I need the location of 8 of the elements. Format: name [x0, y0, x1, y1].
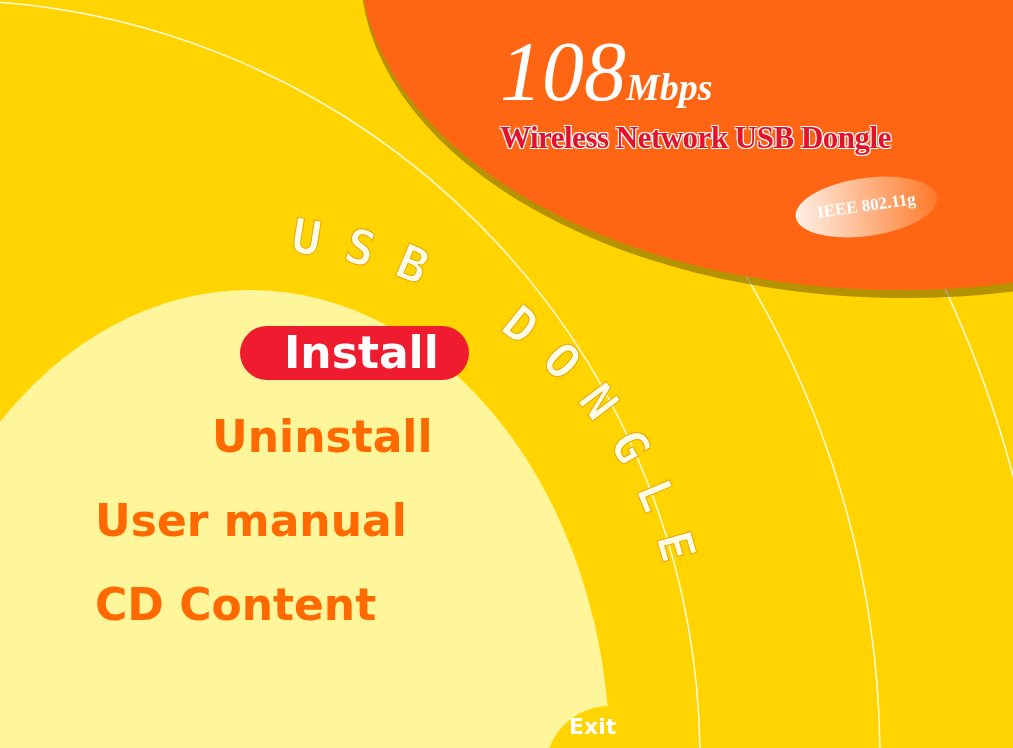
- speed-number: 108: [500, 28, 626, 116]
- menu-item[interactable]: Uninstall: [212, 410, 433, 464]
- menu-item[interactable]: CD Content: [95, 578, 377, 632]
- speed-unit: Mbps: [626, 65, 713, 109]
- product-name: Wireless Network USB Dongle: [500, 120, 892, 156]
- curved-caption: USB: [287, 207, 460, 305]
- menu-item[interactable]: Install: [240, 326, 469, 380]
- menu-item[interactable]: User manual: [95, 494, 407, 548]
